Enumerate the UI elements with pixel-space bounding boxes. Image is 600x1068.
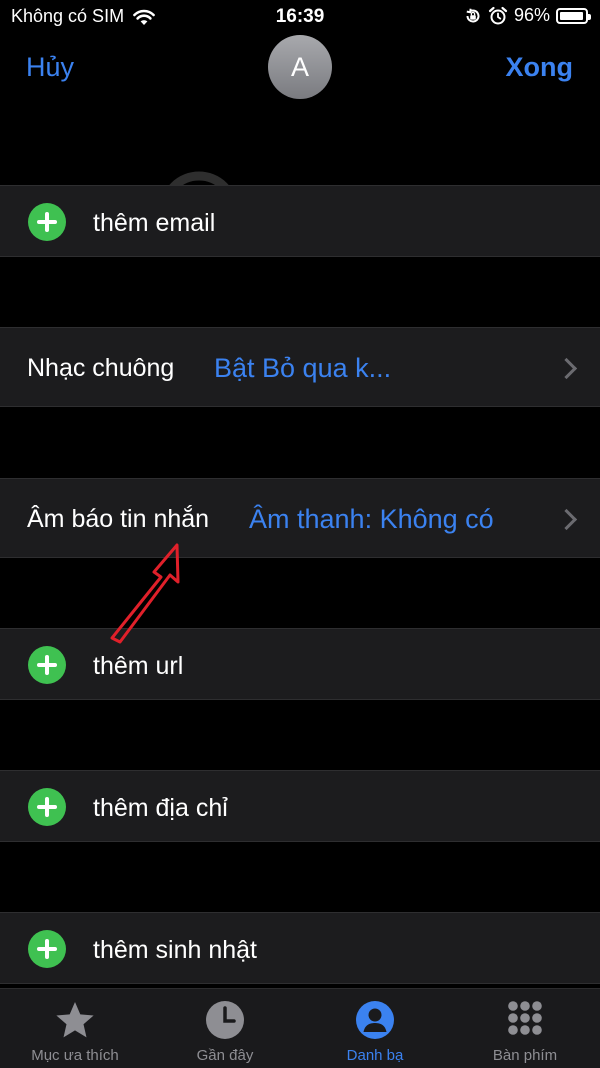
tab-recents-label: Gần đây bbox=[196, 1047, 254, 1064]
tab-bar: Mục ưa thích Gần đây Danh bạ Bàn phím bbox=[0, 988, 600, 1068]
add-birthday-row[interactable]: thêm sinh nhật bbox=[0, 912, 600, 984]
add-icon[interactable] bbox=[28, 203, 66, 241]
text-tone-row[interactable]: Âm báo tin nhắn Âm thanh: Không có bbox=[0, 478, 600, 558]
done-button[interactable]: Xong bbox=[506, 52, 574, 83]
tab-keypad[interactable]: Bàn phím bbox=[450, 989, 600, 1068]
alarm-icon bbox=[488, 6, 508, 24]
orientation-lock-icon bbox=[466, 8, 480, 22]
add-address-row[interactable]: thêm địa chỉ bbox=[0, 770, 600, 842]
person-circle-icon bbox=[356, 1001, 394, 1039]
clock-icon bbox=[206, 1001, 244, 1039]
add-icon[interactable] bbox=[28, 646, 66, 684]
add-birthday-label: thêm sinh nhật bbox=[93, 936, 257, 964]
status-right: 96% bbox=[464, 5, 591, 26]
tab-contacts-label: Danh bạ bbox=[346, 1047, 404, 1064]
avatar[interactable]: A bbox=[268, 35, 332, 99]
battery-percent: 96% bbox=[513, 5, 550, 25]
add-icon[interactable] bbox=[28, 930, 66, 968]
tab-keypad-label: Bàn phím bbox=[492, 1047, 558, 1064]
avatar-initial: A bbox=[290, 51, 309, 82]
battery-icon bbox=[556, 7, 591, 24]
keypad-icon bbox=[508, 1001, 542, 1035]
tab-recents[interactable]: Gần đây bbox=[150, 989, 300, 1068]
tab-contacts[interactable]: Danh bạ bbox=[300, 989, 450, 1068]
star-icon bbox=[56, 1002, 94, 1038]
ringtone-row[interactable]: Nhạc chuông Bật Bỏ qua k... bbox=[0, 327, 600, 407]
chevron-right-icon bbox=[555, 508, 578, 531]
chevron-right-icon bbox=[555, 357, 578, 380]
ringtone-label: Nhạc chuông bbox=[27, 354, 175, 382]
cancel-button[interactable]: Hủy bbox=[26, 52, 74, 83]
battery-level bbox=[560, 11, 584, 20]
add-url-row[interactable]: thêm url bbox=[0, 628, 600, 700]
status-bar: Không có SIM 16:39 96% bbox=[0, 0, 600, 34]
add-url-label: thêm url bbox=[93, 652, 184, 680]
add-icon[interactable] bbox=[28, 788, 66, 826]
text-tone-value: Âm thanh: Không có bbox=[249, 504, 494, 534]
add-address-label: thêm địa chỉ bbox=[93, 794, 228, 822]
navigation-bar: Hủy A Xong bbox=[0, 34, 600, 104]
add-email-row[interactable]: thêm email bbox=[0, 185, 600, 257]
tab-favorites-label: Mục ưa thích bbox=[31, 1047, 119, 1064]
add-email-label: thêm email bbox=[93, 209, 216, 237]
annotation-arrow-icon bbox=[110, 543, 180, 644]
ringtone-value: Bật Bỏ qua k... bbox=[214, 353, 392, 383]
tab-favorites[interactable]: Mục ưa thích bbox=[0, 989, 150, 1068]
